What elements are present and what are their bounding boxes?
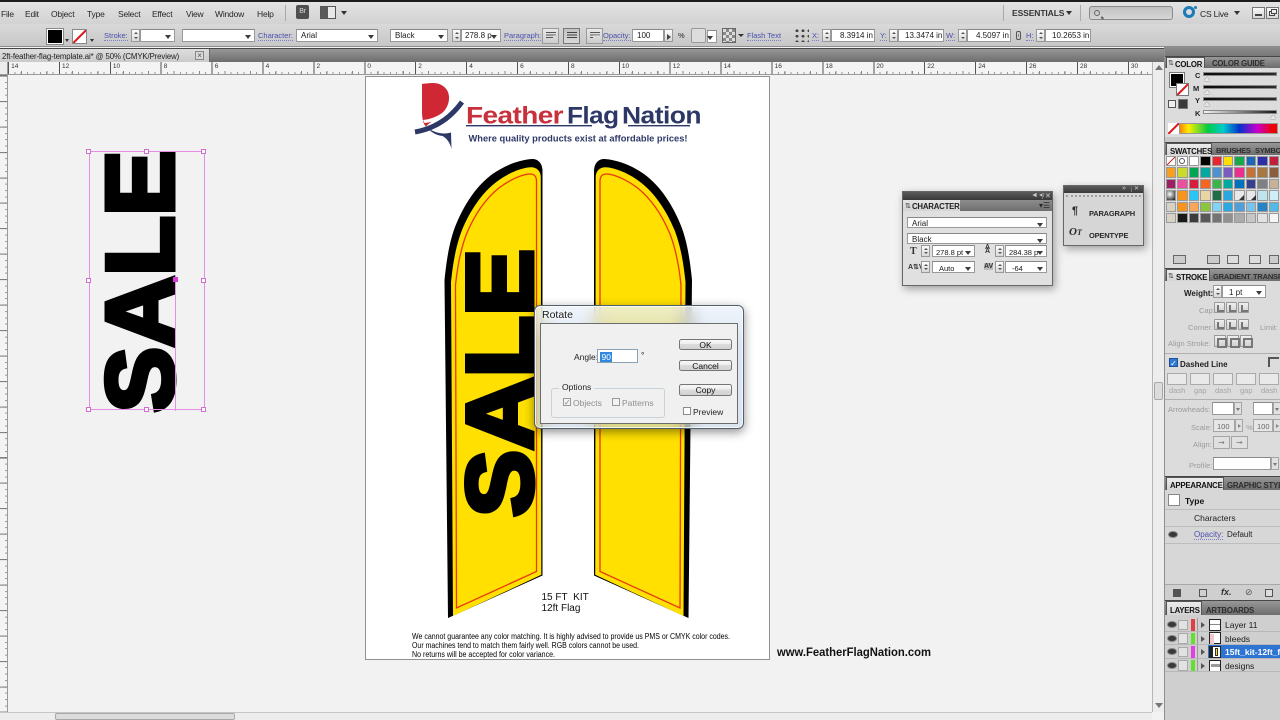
svg-text:www.FeatherFlagNation.com: www.FeatherFlagNation.com (777, 645, 931, 659)
svg-text:Where quality products exist a: Where quality products exist at affordab… (469, 134, 688, 145)
svg-text:We cannot guarantee any color: We cannot guarantee any color matching. … (412, 632, 730, 641)
svg-text:Our machines tend to match the: Our machines tend to match them fairly w… (412, 641, 639, 650)
svg-text:No returns will be accepted fo: No returns will be accepted for color va… (412, 650, 555, 659)
